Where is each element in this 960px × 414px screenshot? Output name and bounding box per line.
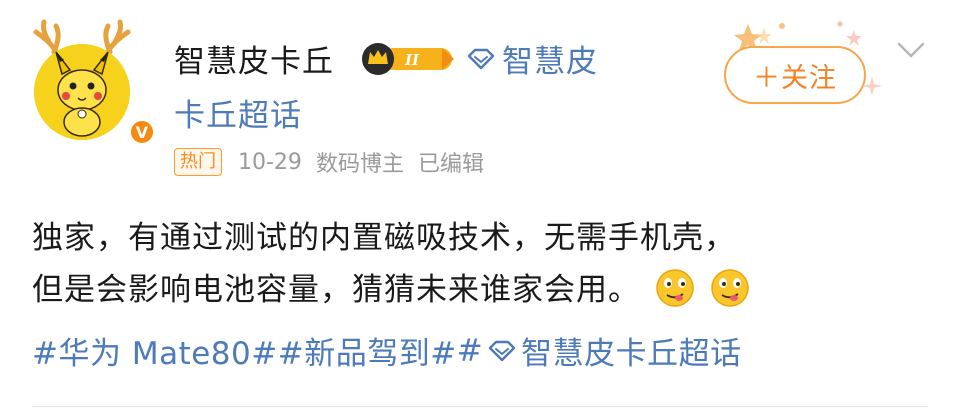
supertopic-name-line2[interactable]: 卡丘超话 bbox=[174, 90, 302, 135]
sparkle-decoration-icon bbox=[862, 76, 882, 96]
avatar[interactable] bbox=[34, 44, 130, 140]
supertopic-hashtag-label[interactable]: 智慧皮卡丘超话 bbox=[521, 328, 742, 373]
author-name[interactable]: 智慧皮卡丘 bbox=[174, 36, 334, 81]
chevron-down-icon[interactable] bbox=[895, 38, 927, 62]
post-content: 独家，有通过测试的内置磁吸技术，无需手机壳， 但是会影响电池容量，猜猜未来谁家会… bbox=[32, 212, 932, 316]
diamond-icon bbox=[488, 340, 516, 361]
follow-area: ＋关注 bbox=[722, 18, 882, 122]
divider bbox=[32, 406, 928, 407]
hashtags: #华为 Mate80# #新品驾到# # 智慧皮卡丘超话 bbox=[32, 328, 742, 373]
drooling-emoji bbox=[710, 269, 749, 307]
supertopic-link[interactable]: 智慧皮 bbox=[466, 36, 598, 81]
hashtag-huawei-mate80[interactable]: #华为 Mate80# bbox=[32, 328, 278, 373]
badge-level: II bbox=[404, 51, 420, 69]
diamond-icon bbox=[467, 48, 495, 69]
supertopic-hashtag[interactable]: # 智慧皮卡丘超话 bbox=[457, 328, 742, 373]
verified-badge-icon: V bbox=[128, 118, 156, 146]
hash-symbol-icon: # bbox=[456, 332, 484, 369]
hot-tag: 热门 bbox=[174, 148, 222, 176]
author-role: 数码博主 bbox=[315, 152, 404, 177]
crown-badge-icon[interactable]: II bbox=[360, 40, 458, 76]
post-date: 10-29 bbox=[238, 149, 302, 175]
follow-button[interactable]: ＋关注 bbox=[724, 46, 866, 104]
drooling-emoji bbox=[656, 269, 694, 307]
content-line-2-text: 但是会影响电池容量，猜猜未来谁家会用。 bbox=[32, 272, 640, 308]
hashtag-new-product[interactable]: #新品驾到# bbox=[278, 328, 457, 373]
avatar-wrapper[interactable]: V bbox=[30, 14, 156, 146]
content-line-2: 但是会影响电池容量，猜猜未来谁家会用。 bbox=[32, 264, 932, 316]
content-line-1: 独家，有通过测试的内置磁吸技术，无需手机壳， bbox=[32, 220, 736, 256]
post-meta: 热门 10-29 数码博主 已编辑 bbox=[174, 146, 484, 178]
supertopic-name-line1[interactable]: 智慧皮 bbox=[502, 36, 598, 81]
edited-label[interactable]: 已编辑 bbox=[418, 146, 484, 178]
pikachu-icon bbox=[34, 44, 130, 140]
